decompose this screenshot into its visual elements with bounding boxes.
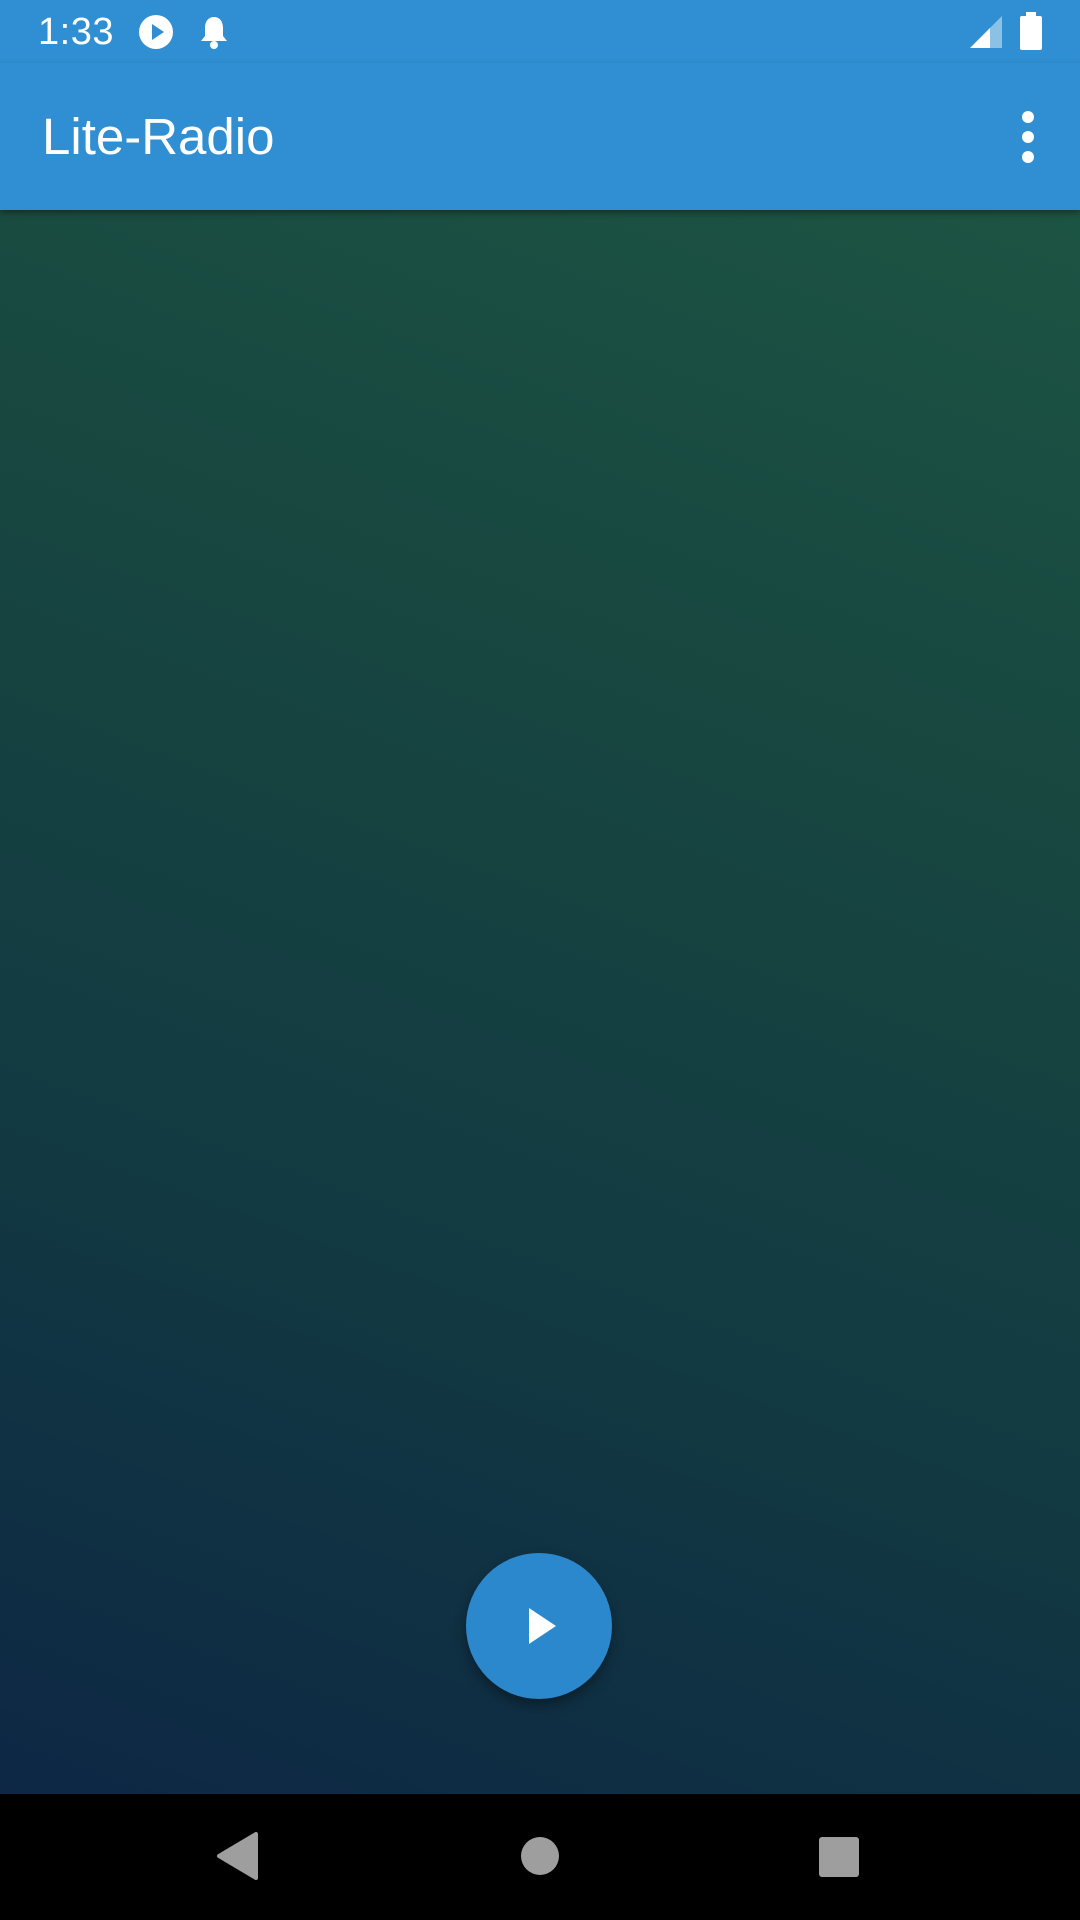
nav-home-button[interactable] — [480, 1794, 600, 1920]
navigation-bar — [0, 1794, 1080, 1920]
play-button[interactable] — [466, 1553, 612, 1699]
more-vert-icon — [996, 111, 1060, 179]
status-bar: 1:33 — [0, 0, 1080, 63]
app-bar: Lite-Radio — [0, 63, 1080, 210]
media-play-icon — [138, 14, 174, 55]
screen: 1:33 Lite-Radio — [0, 0, 1080, 1920]
battery-icon — [1020, 12, 1042, 55]
nav-recents-button[interactable] — [778, 1794, 898, 1920]
signal-icon — [968, 14, 1004, 55]
notification-bell-icon — [198, 14, 230, 55]
overflow-menu-button[interactable] — [996, 99, 1060, 175]
recents-icon — [778, 1837, 898, 1920]
app-title: Lite-Radio — [42, 108, 275, 165]
status-time: 1:33 — [38, 11, 114, 53]
back-icon — [178, 1832, 298, 1920]
nav-back-button[interactable] — [178, 1794, 298, 1920]
home-icon — [480, 1837, 600, 1920]
